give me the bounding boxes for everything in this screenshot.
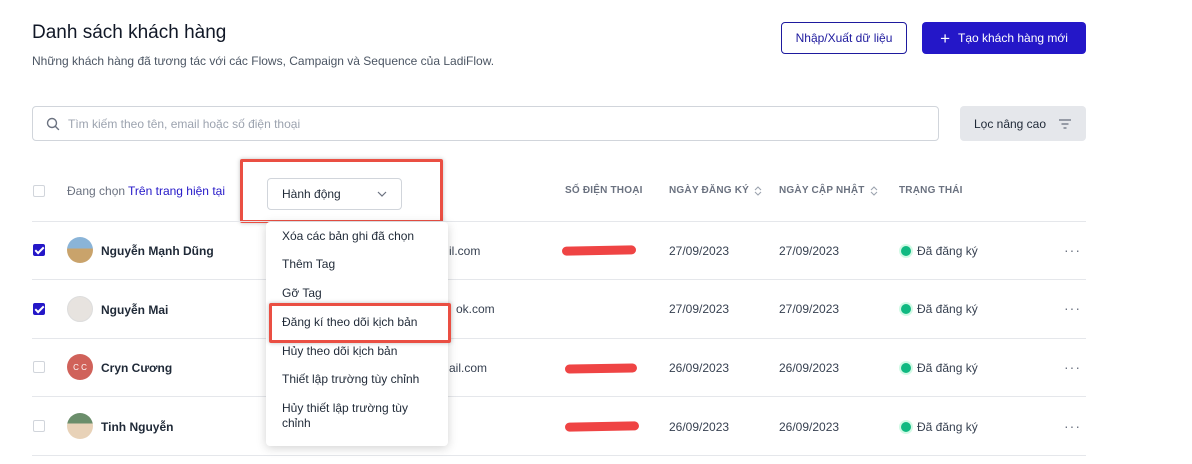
updated-date: 26/09/2023	[779, 361, 840, 375]
sort-icon	[754, 185, 762, 196]
avatar	[67, 237, 93, 263]
column-header-registered-label: NGÀY ĐĂNG KÝ	[669, 185, 750, 196]
updated-date: 27/09/2023	[779, 302, 840, 316]
avatar	[67, 296, 93, 322]
selection-scope: Đang chọn Trên trang hiện tại	[67, 184, 225, 198]
advanced-filter-button[interactable]: Lọc nâng cao	[960, 106, 1086, 141]
row-divider	[32, 338, 1086, 339]
row-checkbox[interactable]	[33, 361, 45, 373]
page-subtitle: Những khách hàng đã tương tác với các Fl…	[32, 54, 495, 68]
registered-date: 26/09/2023	[669, 420, 730, 434]
search-icon	[46, 117, 60, 130]
select-all-checkbox[interactable]	[33, 185, 45, 197]
action-select-highlight	[240, 159, 443, 223]
registered-date: 26/09/2023	[669, 361, 730, 375]
row-divider	[32, 279, 1086, 280]
status-dot	[901, 422, 911, 432]
customer-name[interactable]: Nguyễn Mai	[101, 303, 168, 317]
selection-scope-link[interactable]: Trên trang hiện tại	[128, 184, 225, 198]
customer-email: ok.com	[456, 302, 495, 316]
updated-date: 26/09/2023	[779, 420, 840, 434]
registered-date: 27/09/2023	[669, 302, 730, 316]
column-header-updated[interactable]: NGÀY CẬP NHẬT	[779, 185, 878, 196]
status-dot	[901, 246, 911, 256]
menu-item-remove-tag[interactable]: Gỡ Tag	[282, 286, 442, 301]
status-badge: Đã đăng ký	[901, 302, 978, 316]
row-checkbox[interactable]	[33, 244, 45, 256]
column-header-status: TRẠNG THÁI	[899, 185, 963, 196]
customer-name[interactable]: Cryn Cương	[101, 361, 172, 375]
create-customer-label: Tạo khách hàng mới	[958, 31, 1068, 45]
import-export-button[interactable]: Nhập/Xuất dữ liệu	[781, 22, 907, 54]
search-input[interactable]	[66, 115, 938, 132]
status-badge: Đã đăng ký	[901, 244, 978, 258]
row-checkbox[interactable]	[33, 420, 45, 432]
menu-item-delete-selected[interactable]: Xóa các bản ghi đã chọn	[282, 229, 442, 244]
advanced-filter-label: Lọc nâng cao	[973, 116, 1047, 131]
column-header-registered[interactable]: NGÀY ĐĂNG KÝ	[669, 185, 762, 196]
status-dot	[901, 363, 911, 373]
filter-icon	[1059, 118, 1072, 129]
menu-item-add-tag[interactable]: Thêm Tag	[282, 257, 442, 272]
row-more-button[interactable]: ···	[1064, 359, 1081, 375]
column-header-updated-label: NGÀY CẬP NHẬT	[779, 185, 865, 196]
status-badge: Đã đăng ký	[901, 361, 978, 375]
customer-email: il.com	[449, 244, 481, 258]
selecting-label: Đang chọn	[67, 184, 126, 198]
search-bar[interactable]	[32, 106, 939, 141]
row-divider	[32, 396, 1086, 397]
plus-icon: +	[940, 28, 950, 48]
menu-item-set-custom-field[interactable]: Thiết lập trường tùy chỉnh	[282, 372, 442, 387]
status-badge: Đã đăng ký	[901, 420, 978, 434]
menu-item-unsubscribe-scenario[interactable]: Hủy theo dõi kịch bản	[282, 344, 442, 359]
row-checkbox[interactable]	[33, 303, 45, 315]
create-customer-button[interactable]: + Tạo khách hàng mới	[922, 22, 1086, 54]
menu-item-unset-custom-field[interactable]: Hủy thiết lập trường tùy chỉnh	[282, 401, 432, 431]
customer-name[interactable]: Nguyễn Mạnh Dũng	[101, 244, 214, 258]
customer-email: ail.com	[449, 361, 488, 375]
phone-redaction	[561, 245, 637, 256]
phone-redaction	[564, 421, 640, 432]
sort-icon	[870, 185, 877, 196]
registered-date: 27/09/2023	[669, 244, 730, 258]
row-more-button[interactable]: ···	[1064, 418, 1081, 434]
customer-name[interactable]: Tinh Nguyễn	[101, 420, 173, 434]
avatar	[67, 413, 93, 439]
phone-redaction	[564, 363, 638, 374]
updated-date: 27/09/2023	[779, 244, 840, 258]
row-divider	[32, 455, 1086, 456]
status-dot	[901, 304, 911, 314]
page-title: Danh sách khách hàng	[32, 22, 227, 43]
row-more-button[interactable]: ···	[1064, 242, 1081, 258]
column-header-phone: SỐ ĐIỆN THOẠI	[565, 185, 643, 196]
avatar: C C	[67, 354, 93, 380]
row-divider	[32, 221, 1086, 222]
menu-item-highlight	[269, 303, 451, 343]
row-more-button[interactable]: ···	[1064, 300, 1081, 316]
